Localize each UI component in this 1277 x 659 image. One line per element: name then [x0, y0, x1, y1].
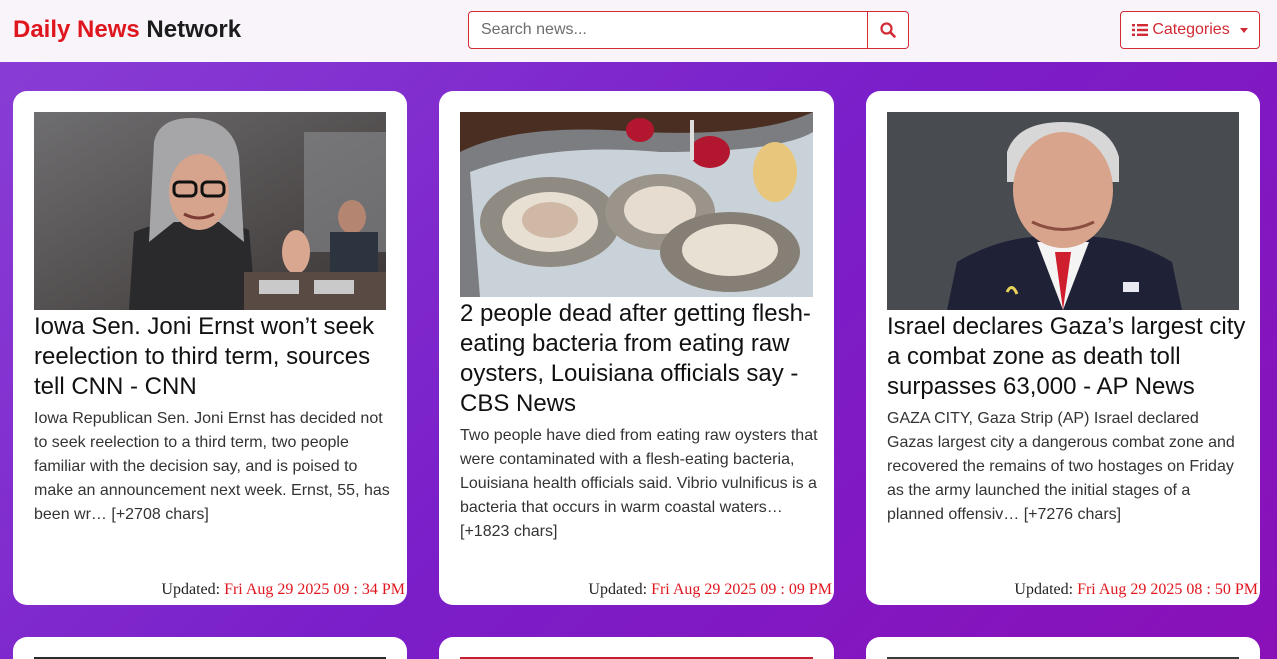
- article-image[interactable]: [34, 112, 386, 310]
- article-description: Iowa Republican Sen. Joni Ernst has deci…: [34, 410, 390, 523]
- updated-timestamp: Updated: Fri Aug 29 2025 09 : 09 PM: [588, 581, 832, 599]
- updated-timestamp: Updated: Fri Aug 29 2025 08 : 50 PM: [1014, 581, 1258, 599]
- article-description: Two people have died from eating raw oys…: [460, 427, 818, 540]
- article-title[interactable]: Iowa Sen. Joni Ernst won’t seek reelecti…: [34, 312, 394, 402]
- news-card[interactable]: 2 people dead after getting flesh-eating…: [439, 91, 834, 605]
- categories-label: Categories: [1152, 21, 1230, 38]
- article-image[interactable]: [460, 112, 813, 297]
- updated-timestamp: Updated: Fri Aug 29 2025 09 : 34 PM: [161, 581, 405, 599]
- news-card[interactable]: [866, 637, 1260, 659]
- updated-date: Fri Aug 29 2025 08 : 50 PM: [1077, 581, 1258, 598]
- search-input[interactable]: [468, 11, 868, 49]
- updated-date: Fri Aug 29 2025 09 : 34 PM: [224, 581, 405, 598]
- article-image[interactable]: [887, 112, 1239, 310]
- news-card[interactable]: Iowa Sen. Joni Ernst won’t seek reelecti…: [13, 91, 407, 605]
- search-form: [468, 11, 909, 49]
- article-title[interactable]: Israel declares Gaza’s largest city a co…: [887, 312, 1247, 402]
- list-icon: [1132, 24, 1149, 36]
- article-description: GAZA CITY, Gaza Strip (AP) Israel declar…: [887, 410, 1235, 523]
- news-card[interactable]: [13, 637, 407, 659]
- search-icon: [880, 22, 896, 38]
- updated-date: Fri Aug 29 2025 09 : 09 PM: [651, 581, 832, 598]
- brand-name-secondary: Network: [146, 16, 242, 43]
- brand-name-primary: Daily News: [13, 16, 140, 43]
- article-title[interactable]: 2 people dead after getting flesh-eating…: [460, 299, 820, 419]
- news-card[interactable]: Israel declares Gaza’s largest city a co…: [866, 91, 1260, 605]
- chevron-down-icon: [1239, 27, 1248, 33]
- updated-label: Updated:: [1014, 581, 1074, 598]
- news-card[interactable]: [439, 637, 834, 659]
- updated-label: Updated:: [588, 581, 648, 598]
- updated-label: Updated:: [161, 581, 221, 598]
- brand-logo[interactable]: Daily News Network: [13, 15, 241, 45]
- categories-dropdown-button[interactable]: Categories: [1120, 11, 1260, 49]
- search-button[interactable]: [868, 11, 909, 49]
- navbar: Daily News Network Categories: [0, 0, 1277, 62]
